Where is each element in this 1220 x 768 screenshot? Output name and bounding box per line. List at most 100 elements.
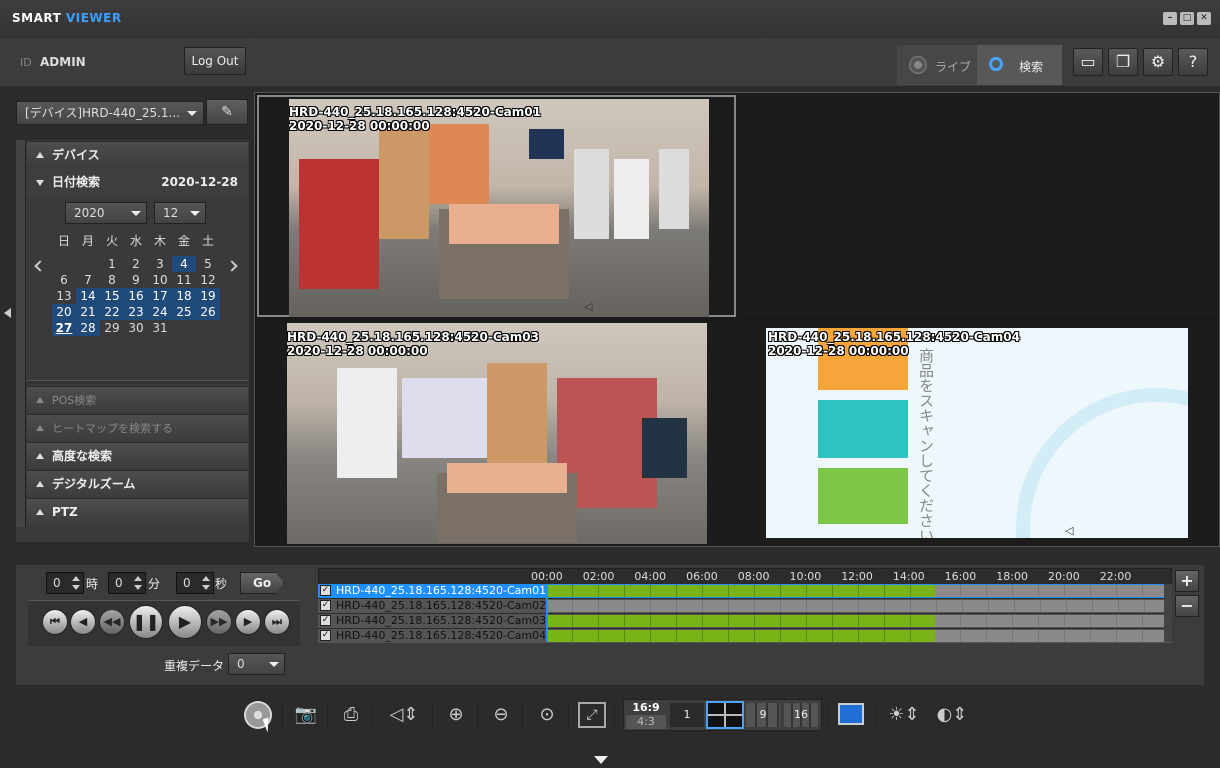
calendar-day[interactable]: 16: [124, 288, 148, 304]
close-icon[interactable]: ✕: [1197, 12, 1211, 25]
timeline-row[interactable]: ✓ HRD-440_25.18.165.128:4520-Cam01: [318, 584, 1172, 598]
calendar-day[interactable]: 17: [148, 288, 172, 304]
hour-input[interactable]: 0: [46, 572, 84, 594]
spin-down-icon[interactable]: [72, 585, 80, 590]
calendar-day[interactable]: 5: [196, 256, 220, 272]
export-icon[interactable]: ❐: [1108, 48, 1138, 76]
timeline-scrollbar[interactable]: [1164, 584, 1172, 642]
fullscreen-icon[interactable]: ⤢: [578, 702, 606, 728]
section-advanced[interactable]: 高度な検索: [27, 442, 248, 469]
calendar-day[interactable]: 8: [100, 272, 124, 288]
calendar-day[interactable]: 6: [52, 272, 76, 288]
sidebar-scrollbar[interactable]: [16, 140, 26, 527]
calendar-day[interactable]: 1: [100, 256, 124, 272]
checkbox[interactable]: ✓: [320, 630, 331, 641]
calendar-day[interactable]: 2: [124, 256, 148, 272]
overlap-select[interactable]: 0: [228, 653, 285, 675]
timeline-zoom-in-button[interactable]: +: [1175, 570, 1199, 592]
section-date[interactable]: 日付検索 2020-12-28: [27, 168, 248, 196]
collapse-left-icon[interactable]: [4, 308, 11, 318]
empty-bar[interactable]: [935, 630, 1165, 642]
checkbox[interactable]: ✓: [320, 600, 331, 611]
skip-end-button[interactable]: ⏭: [264, 609, 290, 635]
timeline-zoom-out-button[interactable]: −: [1175, 595, 1199, 617]
calendar-day[interactable]: 14: [76, 288, 100, 304]
camera-tile-3[interactable]: HRD-440_25.18.165.128:4520-Cam03 2020-12-…: [257, 322, 736, 544]
layout-4-button[interactable]: [706, 701, 744, 729]
spin-up-icon[interactable]: [72, 576, 80, 581]
tab-live[interactable]: ライブ: [897, 45, 977, 85]
calendar-day[interactable]: 22: [100, 304, 124, 320]
calendar-day[interactable]: 15: [100, 288, 124, 304]
speaker-icon[interactable]: ◁: [1065, 524, 1073, 537]
contrast-icon[interactable]: ◐⇕: [932, 700, 972, 730]
camera-snapshot-icon[interactable]: 📷: [291, 700, 321, 730]
timeline-row[interactable]: ✓ HRD-440_25.18.165.128:4520-Cam02: [318, 599, 1172, 613]
calendar-day[interactable]: 20: [52, 304, 76, 320]
recording-bar[interactable]: [547, 615, 935, 627]
camera-tile-2[interactable]: [738, 95, 1218, 317]
calendar-day[interactable]: 24: [148, 304, 172, 320]
empty-bar[interactable]: [547, 600, 1165, 612]
gear-icon[interactable]: ⚙: [1143, 48, 1173, 76]
pause-button[interactable]: ❚❚: [129, 605, 163, 639]
rewind-button[interactable]: ◀◀: [99, 609, 125, 635]
empty-bar[interactable]: [935, 585, 1165, 597]
calendar-day[interactable]: 21: [76, 304, 100, 320]
expand-panel-icon[interactable]: [594, 756, 608, 764]
brightness-icon[interactable]: ☀⇕: [884, 700, 924, 730]
monitor-icon[interactable]: ▭: [1073, 48, 1103, 76]
calendar-day[interactable]: 11: [172, 272, 196, 288]
volume-icon[interactable]: ◁⇕: [382, 700, 426, 730]
checkbox[interactable]: ✓: [320, 585, 331, 596]
splitter[interactable]: [27, 380, 248, 384]
zoom-in-icon[interactable]: ⊕: [441, 700, 471, 730]
calendar-day[interactable]: 27: [52, 320, 76, 336]
calendar-day[interactable]: 26: [196, 304, 220, 320]
print-icon[interactable]: ⎙: [336, 700, 366, 730]
minimize-icon[interactable]: –: [1163, 12, 1177, 25]
calendar-day[interactable]: 12: [196, 272, 220, 288]
calendar-day[interactable]: 7: [76, 272, 100, 288]
zoom-out-icon[interactable]: ⊖: [486, 700, 516, 730]
calendar-day[interactable]: 23: [124, 304, 148, 320]
zoom-fit-icon[interactable]: ⊙: [532, 700, 562, 730]
second-input[interactable]: 0: [176, 572, 214, 594]
calendar-day[interactable]: 3: [148, 256, 172, 272]
skip-start-button[interactable]: ⏮: [42, 609, 68, 635]
step-forward-button[interactable]: ▶: [235, 609, 261, 635]
layout-9-button[interactable]: 9: [746, 703, 780, 727]
camera-tile-1[interactable]: HRD-440_25.18.165.128:4520-Cam01 2020-12-…: [257, 95, 736, 317]
calendar-day[interactable]: 10: [148, 272, 172, 288]
year-select[interactable]: 2020: [65, 202, 147, 224]
ratio-4-3-button[interactable]: 4:3: [626, 715, 666, 729]
step-back-button[interactable]: ◀: [70, 609, 96, 635]
spin-up-icon[interactable]: [134, 576, 142, 581]
spin-down-icon[interactable]: [202, 585, 210, 590]
display-icon[interactable]: [838, 703, 864, 725]
empty-bar[interactable]: [935, 615, 1165, 627]
calendar-day[interactable]: 13: [52, 288, 76, 304]
minute-input[interactable]: 0: [108, 572, 146, 594]
section-ptz[interactable]: PTZ: [27, 498, 248, 525]
calendar-day[interactable]: 30: [124, 320, 148, 336]
fast-forward-button[interactable]: ▶▶: [206, 609, 232, 635]
play-button[interactable]: ▶: [168, 605, 202, 639]
recording-bar[interactable]: [547, 630, 935, 642]
logout-button[interactable]: Log Out: [184, 47, 246, 75]
speaker-icon[interactable]: ◁: [584, 300, 592, 313]
help-icon[interactable]: ?: [1178, 48, 1208, 76]
calendar-day[interactable]: 25: [172, 304, 196, 320]
ratio-16-9-button[interactable]: 16:9: [626, 701, 666, 715]
calendar-day[interactable]: 18: [172, 288, 196, 304]
recording-bar[interactable]: [547, 585, 935, 597]
section-dzoom[interactable]: デジタルズーム: [27, 470, 248, 497]
timeline-row[interactable]: ✓ HRD-440_25.18.165.128:4520-Cam03: [318, 614, 1172, 628]
layout-1-button[interactable]: 1: [670, 703, 704, 727]
section-device[interactable]: デバイス: [27, 141, 248, 168]
timeline-row[interactable]: ✓ HRD-440_25.18.165.128:4520-Cam04: [318, 629, 1172, 643]
go-button[interactable]: Go: [240, 572, 284, 594]
device-select[interactable]: [デバイス]HRD-440_25.1...: [16, 101, 204, 125]
calendar-day[interactable]: 29: [100, 320, 124, 336]
maximize-icon[interactable]: □: [1180, 12, 1194, 25]
